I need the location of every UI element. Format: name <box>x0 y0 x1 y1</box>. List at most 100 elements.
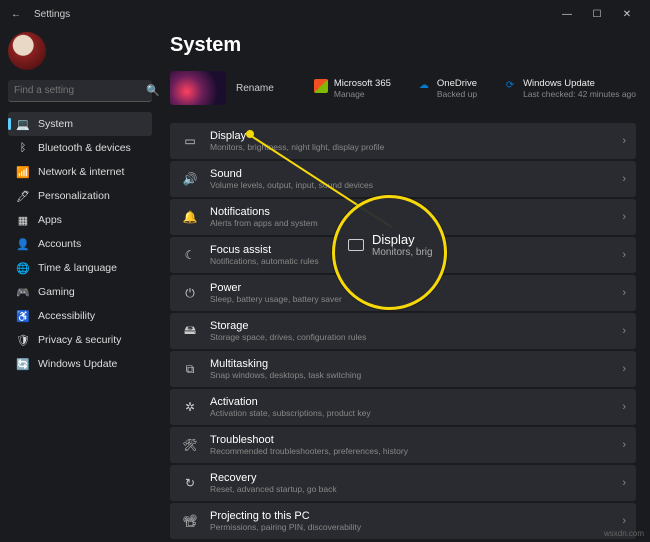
chevron-right-icon: › <box>622 211 626 223</box>
card-title: Storage <box>210 320 612 332</box>
sidebar-item-personalization[interactable]: 🖊Personalization <box>8 184 152 208</box>
card-body: Projecting to this PCPermissions, pairin… <box>210 510 612 532</box>
card-sub: Monitors, brightness, night light, displ… <box>210 142 612 152</box>
card-display[interactable]: ▭ DisplayMonitors, brightness, night ligh… <box>170 123 636 159</box>
chevron-right-icon: › <box>622 515 626 527</box>
card-body: NotificationsAlerts from apps and system <box>210 206 612 228</box>
nav-icon: 🖊 <box>16 189 30 203</box>
nav-label: System <box>38 118 73 130</box>
titlebar: ← Settings — ☐ ✕ <box>0 0 650 28</box>
card-sub: Recommended troubleshooters, preferences… <box>210 446 612 456</box>
tile-onedrive[interactable]: ☁ OneDrive Backed up <box>417 78 477 99</box>
sidebar-item-accounts[interactable]: 👤Accounts <box>8 232 152 256</box>
nav-icon: 💻 <box>16 117 30 131</box>
card-icon: ▭ <box>180 131 200 151</box>
desktop-thumbnail[interactable] <box>170 71 226 105</box>
card-title: Activation <box>210 396 612 408</box>
nav-label: Accounts <box>38 238 81 250</box>
card-body: DisplayMonitors, brightness, night light… <box>210 130 612 152</box>
ms365-icon <box>314 79 328 93</box>
nav-label: Accessibility <box>38 310 95 322</box>
tile-microsoft365[interactable]: Microsoft 365 Manage <box>314 78 391 99</box>
chevron-right-icon: › <box>622 173 626 185</box>
chevron-right-icon: › <box>622 287 626 299</box>
avatar[interactable] <box>8 32 46 70</box>
card-sub: Snap windows, desktops, task switching <box>210 370 612 380</box>
card-body: ActivationActivation state, subscription… <box>210 396 612 418</box>
tile-windows-update[interactable]: ⟳ Windows Update Last checked: 42 minute… <box>503 78 636 99</box>
card-body: PowerSleep, battery usage, battery saver <box>210 282 612 304</box>
card-icon: ☾ <box>180 245 200 265</box>
card-troubleshoot[interactable]: 🛠 TroubleshootRecommended troubleshooters… <box>170 427 636 463</box>
chevron-right-icon: › <box>622 249 626 261</box>
card-icon: ⏻ <box>180 283 200 303</box>
minimize-button[interactable]: — <box>552 3 582 25</box>
card-icon: ✲ <box>180 397 200 417</box>
nav-list: 💻 System ᛒ Bluetooth & devices 📶Network & in… <box>8 112 152 376</box>
sidebar-item-network-internet[interactable]: 📶Network & internet <box>8 160 152 184</box>
onedrive-sub: Backed up <box>437 89 477 99</box>
card-sub: Activation state, subscriptions, product… <box>210 408 612 418</box>
sidebar-item-bluetooth-devices[interactable]: ᛒ Bluetooth & devices <box>8 136 152 160</box>
chevron-right-icon: › <box>622 325 626 337</box>
sidebar: 🔍 💻 System ᛒ Bluetooth & devices 📶Network & … <box>0 28 160 542</box>
nav-icon: 🎮 <box>16 285 30 299</box>
sidebar-item-windows-update[interactable]: 🔄 Windows Update <box>8 352 152 376</box>
card-title: Recovery <box>210 472 612 484</box>
update-sub: Last checked: 42 minutes ago <box>523 89 636 99</box>
card-notifications[interactable]: 🔔NotificationsAlerts from apps and syste… <box>170 199 636 235</box>
search-input[interactable] <box>14 85 146 96</box>
card-sub: Permissions, pairing PIN, discoverabilit… <box>210 522 612 532</box>
nav-label: Windows Update <box>38 358 117 370</box>
nav-icon: ♿ <box>16 309 30 323</box>
card-body: SoundVolume levels, output, input, sound… <box>210 168 612 190</box>
card-projecting-to-this-pc[interactable]: 📽 Projecting to this PCPermissions, pairi… <box>170 503 636 539</box>
onedrive-icon: ☁ <box>417 79 431 93</box>
sidebar-item-privacy-security[interactable]: 🛡Privacy & security <box>8 328 152 352</box>
card-title: Power <box>210 282 612 294</box>
chevron-right-icon: › <box>622 477 626 489</box>
card-title: Notifications <box>210 206 612 218</box>
sidebar-item-accessibility[interactable]: ♿ Accessibility <box>8 304 152 328</box>
nav-icon: 🔄 <box>16 357 30 371</box>
card-body: TroubleshootRecommended troubleshooters,… <box>210 434 612 456</box>
card-sound[interactable]: 🔊SoundVolume levels, output, input, soun… <box>170 161 636 197</box>
sidebar-item-apps[interactable]: ▦Apps <box>8 208 152 232</box>
search-box[interactable]: 🔍 <box>8 80 152 102</box>
watermark: wsxdn.com <box>604 529 644 538</box>
window-controls: — ☐ ✕ <box>552 3 642 25</box>
nav-label: Bluetooth & devices <box>38 142 131 154</box>
ms365-title: Microsoft 365 <box>334 78 391 89</box>
sidebar-item-system[interactable]: 💻 System <box>8 112 152 136</box>
close-button[interactable]: ✕ <box>612 3 642 25</box>
card-focus-assist[interactable]: ☾ Focus assistNotifications, automatic ru… <box>170 237 636 273</box>
nav-icon: 🌐 <box>16 261 30 275</box>
card-storage[interactable]: 🖴StorageStorage space, drives, configura… <box>170 313 636 349</box>
card-sub: Sleep, battery usage, battery saver <box>210 294 612 304</box>
nav-icon: ᛒ <box>16 141 30 155</box>
page-title: System <box>170 34 636 57</box>
card-icon: 📽 <box>180 511 200 531</box>
card-title: Sound <box>210 168 612 180</box>
card-icon: ↻ <box>180 473 200 493</box>
chevron-right-icon: › <box>622 401 626 413</box>
nav-label: Privacy & security <box>38 334 121 346</box>
window-title: Settings <box>34 9 552 20</box>
card-title: Display <box>210 130 612 142</box>
card-icon: 🛠 <box>180 435 200 455</box>
card-activation[interactable]: ✲ ActivationActivation state, subscriptio… <box>170 389 636 425</box>
card-body: Focus assistNotifications, automatic rul… <box>210 244 612 266</box>
nav-icon: 📶 <box>16 165 30 179</box>
card-power[interactable]: ⏻ PowerSleep, battery usage, battery save… <box>170 275 636 311</box>
sidebar-item-time-language[interactable]: 🌐Time & language <box>8 256 152 280</box>
chevron-right-icon: › <box>622 363 626 375</box>
back-button[interactable]: ← <box>8 6 24 22</box>
rename-link[interactable]: Rename <box>236 83 274 94</box>
card-multitasking[interactable]: ⧉MultitaskingSnap windows, desktops, tas… <box>170 351 636 387</box>
card-recovery[interactable]: ↻ RecoveryReset, advanced startup, go bac… <box>170 465 636 501</box>
sidebar-item-gaming[interactable]: 🎮Gaming <box>8 280 152 304</box>
update-title: Windows Update <box>523 78 636 89</box>
card-body: RecoveryReset, advanced startup, go back <box>210 472 612 494</box>
maximize-button[interactable]: ☐ <box>582 3 612 25</box>
hero-row: Rename Microsoft 365 Manage ☁ OneDrive B… <box>170 71 636 105</box>
